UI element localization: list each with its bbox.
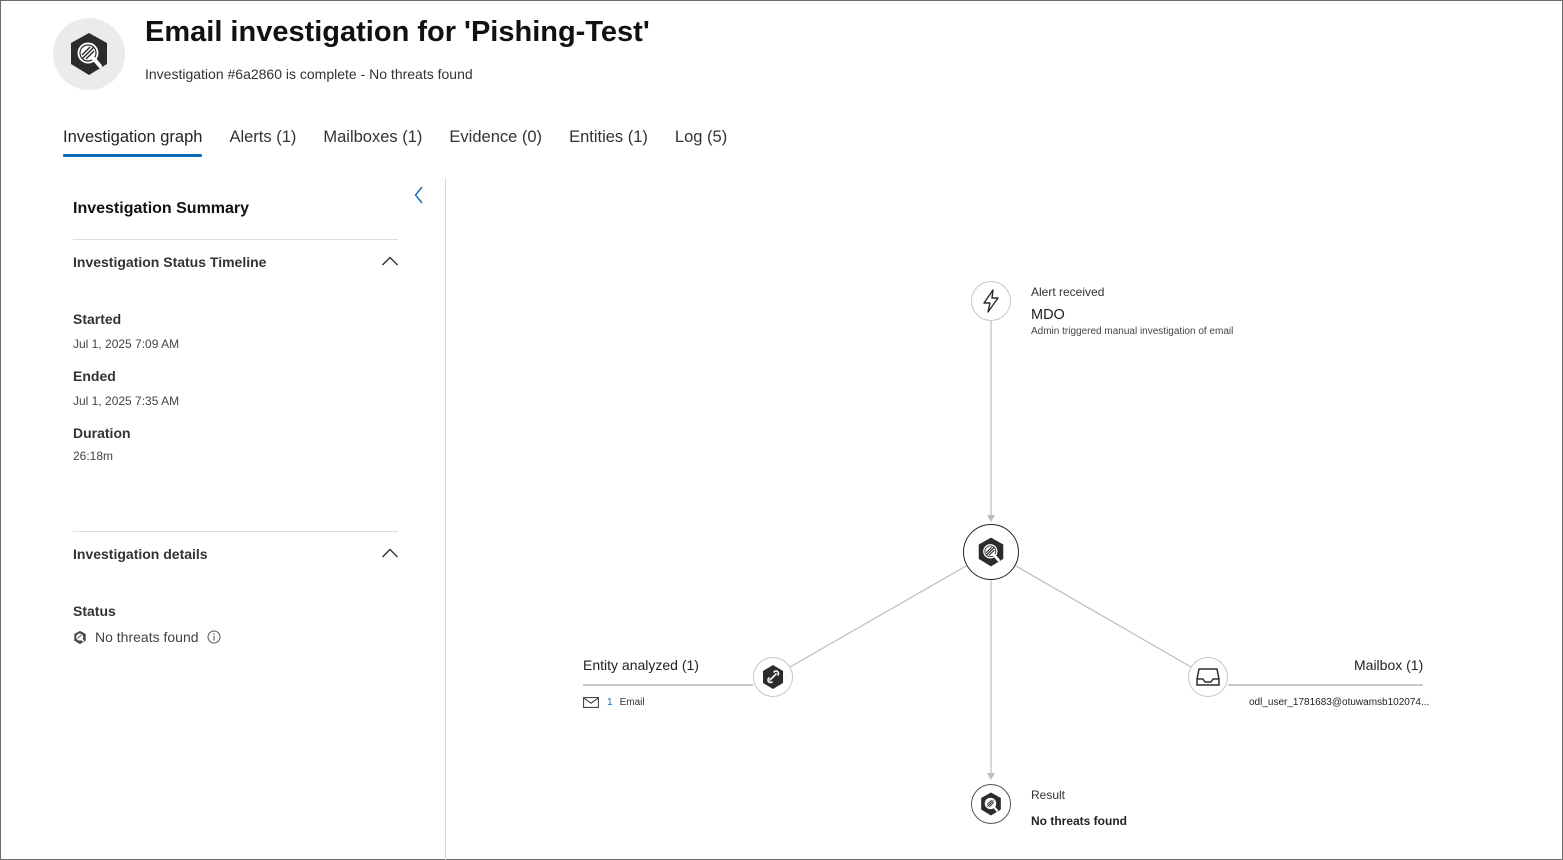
chevron-up-icon[interactable] <box>381 255 399 267</box>
tab-log[interactable]: Log (5) <box>675 128 727 157</box>
info-icon[interactable] <box>207 630 221 644</box>
no-threats-icon <box>74 630 86 644</box>
lightning-icon <box>983 289 999 313</box>
status-label: Status <box>73 603 116 619</box>
investigation-icon <box>978 537 1004 567</box>
started-value: Jul 1, 2025 7:09 AM <box>73 337 180 351</box>
inbox-icon <box>1196 668 1220 686</box>
tab-mailboxes[interactable]: Mailboxes (1) <box>323 128 422 157</box>
result-caption: Result <box>1031 788 1066 802</box>
result-node[interactable] <box>971 784 1011 824</box>
status-row: No threats found <box>73 629 221 645</box>
summary-title: Investigation Summary <box>73 200 250 217</box>
entity-icon <box>763 665 783 689</box>
entity-analyzed-label: Entity analyzed (1) <box>583 657 699 673</box>
entity-email-type: Email <box>619 697 645 708</box>
status-value: No threats found <box>95 629 199 645</box>
alert-caption: Alert received <box>1031 285 1105 299</box>
summary-divider <box>73 239 398 240</box>
mailbox-address[interactable]: odl_user_1781683@otuwamsb102074... <box>1249 697 1429 708</box>
ended-value: Jul 1, 2025 7:35 AM <box>73 394 180 408</box>
tab-investigation-graph[interactable]: Investigation graph <box>63 128 203 157</box>
tab-evidence[interactable]: Evidence (0) <box>449 128 542 157</box>
mailbox-node[interactable] <box>1188 657 1228 697</box>
tab-entities[interactable]: Entities (1) <box>569 128 648 157</box>
page-subtitle: Investigation #6a2860 is complete - No t… <box>145 66 473 82</box>
alert-node[interactable] <box>971 281 1011 321</box>
tab-bar: Investigation graph Alerts (1) Mailboxes… <box>63 128 727 157</box>
investigation-icon <box>71 33 107 75</box>
collapse-panel-button[interactable] <box>410 184 428 206</box>
duration-value: 26:18m <box>73 449 114 463</box>
details-divider <box>73 531 398 532</box>
mailbox-label: Mailbox (1) <box>1354 657 1424 673</box>
ended-label: Ended <box>73 368 116 384</box>
started-label: Started <box>73 311 122 327</box>
tab-alerts[interactable]: Alerts (1) <box>229 128 296 157</box>
details-section-header[interactable]: Investigation details <box>73 546 208 562</box>
entity-email-row[interactable]: 1 Email <box>583 697 645 708</box>
alert-description: Admin triggered manual investigation of … <box>1031 326 1234 337</box>
alert-source: MDO <box>1031 307 1065 323</box>
investigation-node[interactable] <box>963 524 1019 580</box>
result-value: No threats found <box>1031 814 1127 828</box>
mail-icon <box>583 697 599 708</box>
investigation-header-icon <box>53 18 125 90</box>
timeline-section-header[interactable]: Investigation Status Timeline <box>73 254 266 270</box>
entity-email-count: 1 <box>607 697 613 708</box>
duration-label: Duration <box>73 425 131 441</box>
chevron-up-icon[interactable] <box>381 547 399 559</box>
panel-divider <box>445 178 446 860</box>
no-threats-icon <box>981 792 1001 816</box>
entity-node[interactable] <box>753 657 793 697</box>
chevron-left-icon <box>414 186 423 204</box>
page-title: Email investigation for 'Pishing-Test' <box>145 16 650 48</box>
